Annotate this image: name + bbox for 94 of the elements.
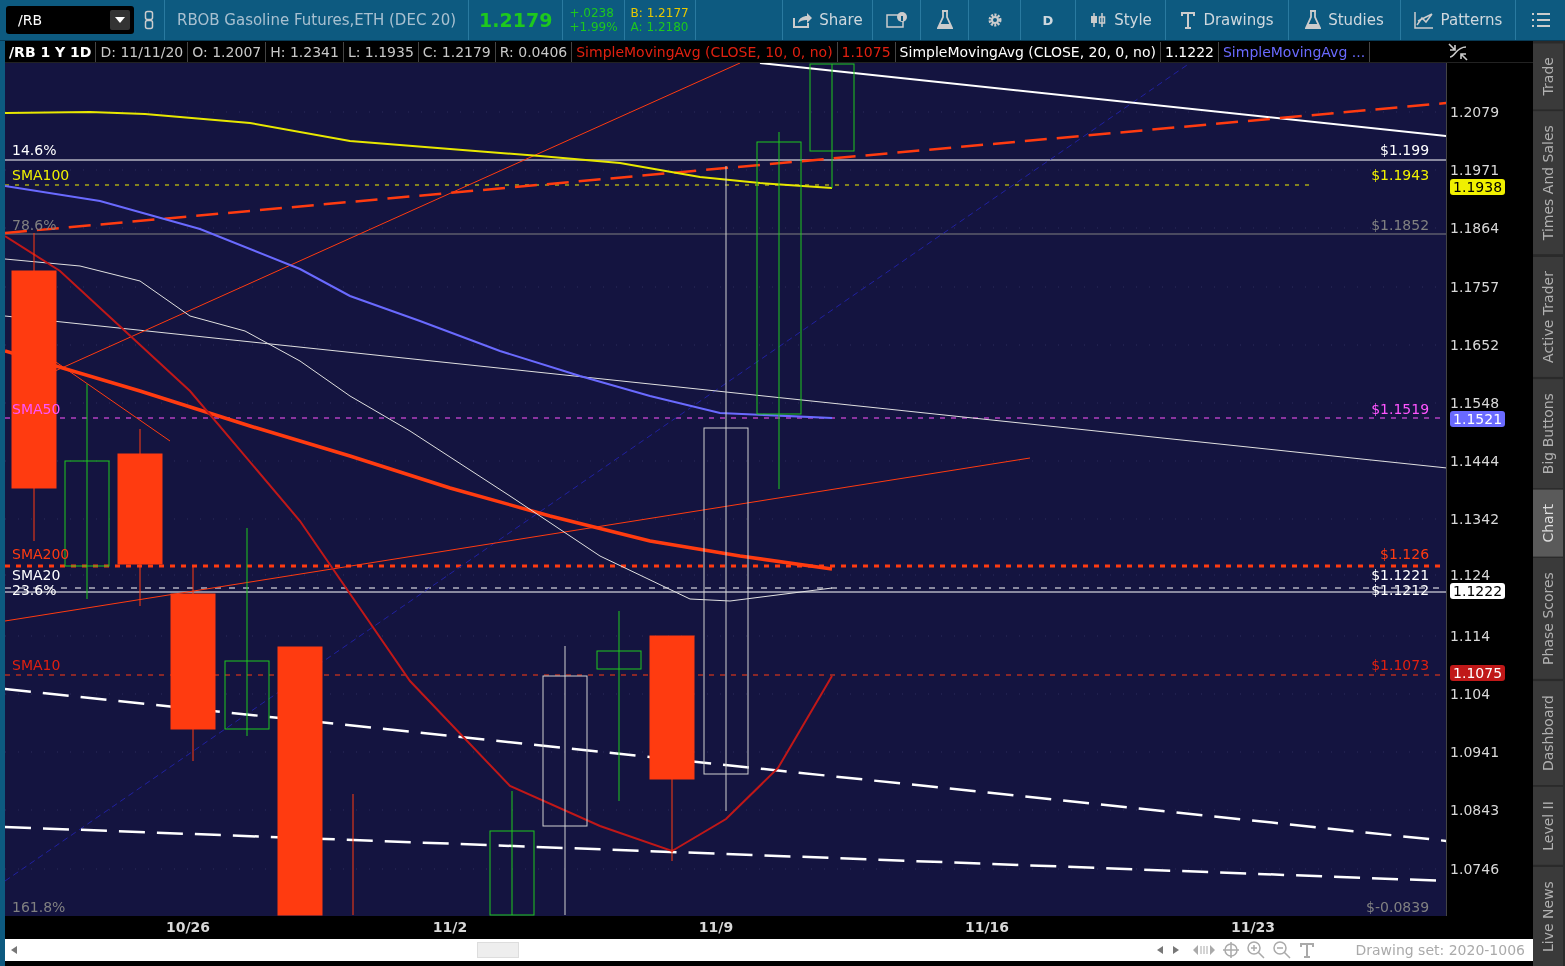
- level-label: 161.8%: [12, 899, 66, 915]
- price-badge: 1.1075: [1450, 665, 1506, 681]
- style-button[interactable]: Style: [1075, 0, 1165, 40]
- chart-info-label: SimpleMovingAvg (CLOSE, 20, 0, no): [895, 41, 1161, 62]
- price-level-label: $-0.0839: [1366, 899, 1430, 915]
- price-level-label: $1.1221: [1371, 567, 1430, 583]
- text-tool-icon: [1180, 11, 1197, 29]
- date-axis-label: 11/9: [697, 919, 735, 935]
- level-label: SMA20: [12, 567, 61, 583]
- candlestick-icon: [1089, 12, 1108, 28]
- patterns-button[interactable]: Patterns: [1400, 0, 1515, 40]
- side-tab[interactable]: Times And Sales: [1533, 111, 1563, 255]
- info-icon: [885, 12, 908, 28]
- chart-info-label: R: 0.0406: [495, 41, 573, 62]
- level-label: SMA100: [12, 167, 70, 183]
- price-level-label: $1.1212: [1371, 582, 1430, 598]
- pattern-chart-icon: [1413, 11, 1434, 29]
- side-tab[interactable]: Big Buttons: [1533, 378, 1563, 488]
- price-badge: 1.1222: [1450, 583, 1506, 599]
- chart-info-label: SimpleMovingAvg (CLOSE, 10, 0, no): [572, 41, 838, 62]
- chart-info-label: D: 11/11/20: [96, 41, 189, 62]
- price-axis-label: 1.0746: [1450, 860, 1500, 878]
- flask-icon: [936, 10, 953, 30]
- share-button[interactable]: Share: [782, 0, 872, 40]
- chart-info-label: SimpleMovingAvg ...: [1219, 41, 1371, 62]
- scroll-right-icon[interactable]: [1173, 946, 1179, 954]
- scrollbar-thumb[interactable]: [477, 942, 519, 958]
- price-badge: 1.1521: [1450, 411, 1506, 427]
- side-tab[interactable]: Level II: [1533, 787, 1563, 866]
- collapse-icon[interactable]: [1447, 41, 1469, 62]
- text-button[interactable]: D: [1020, 0, 1075, 40]
- date-axis-label: 10/26: [164, 919, 212, 935]
- percent-change: +1.99%: [569, 20, 618, 34]
- price-level-label: $1.1073: [1371, 657, 1430, 673]
- chart-info-label: 1.1222: [1161, 41, 1219, 62]
- date-axis-label: 11/23: [1229, 919, 1277, 935]
- price-axis-label: 1.1971: [1450, 161, 1500, 179]
- menu-icon: [1531, 13, 1550, 27]
- level-label: 78.6%: [12, 217, 57, 233]
- side-tab[interactable]: Phase Scores: [1533, 558, 1563, 680]
- instrument-description: RBOB Gasoline Futures,ETH (DEC 20): [164, 0, 469, 40]
- side-tab[interactable]: Live News: [1533, 867, 1563, 966]
- link-icon[interactable]: [144, 10, 154, 30]
- price-badge: 1.1938: [1450, 179, 1506, 195]
- price-axis-label: 1.114: [1450, 627, 1491, 645]
- price-level-label: $1.1852: [1371, 217, 1430, 233]
- drawings-button[interactable]: Drawings: [1165, 0, 1288, 40]
- chart-info-label: 1.1075: [837, 41, 896, 62]
- price-axis-label: 1.0941: [1450, 743, 1500, 761]
- chart-info-label: O: 1.2007: [188, 41, 267, 62]
- scroll-left-icon[interactable]: [11, 946, 17, 954]
- price-level-label: $1.1519: [1371, 401, 1430, 417]
- price-axis-label: 1.1652: [1450, 336, 1500, 354]
- price-axis-label: 1.1864: [1450, 219, 1500, 237]
- price-axis-label: 1.1444: [1450, 452, 1500, 470]
- zoom-out-icon[interactable]: [1273, 941, 1291, 959]
- studies-button[interactable]: Studies: [1288, 0, 1400, 40]
- price-level-label: $1.1943: [1371, 167, 1430, 183]
- side-tab[interactable]: Dashboard: [1533, 681, 1563, 786]
- flask-icon: [1305, 10, 1322, 30]
- chart-info-label: L: 1.1935: [343, 41, 419, 62]
- price-axis-label: 1.104: [1450, 685, 1491, 703]
- dropdown-icon[interactable]: [110, 10, 130, 30]
- side-tab[interactable]: Trade: [1533, 43, 1563, 110]
- ask-price: A: 1.2180: [630, 20, 689, 34]
- chart-info-label: H: 1.2341: [266, 41, 344, 62]
- side-tab[interactable]: Chart: [1533, 489, 1563, 557]
- net-change: +.0238: [569, 6, 615, 20]
- date-axis-label: 11/2: [431, 919, 469, 935]
- text-tool-icon[interactable]: [1299, 942, 1315, 958]
- price-axis-label: 1.1757: [1450, 278, 1500, 296]
- price-axis-label: 1.0843: [1450, 801, 1500, 819]
- chart-info-label: C: 1.2179: [418, 41, 496, 62]
- level-label: 14.6%: [12, 142, 57, 158]
- share-icon: [792, 12, 813, 28]
- price-axis-label: 1.2079: [1450, 103, 1500, 121]
- zoom-in-icon[interactable]: [1247, 941, 1265, 959]
- price-level-label: $1.199: [1380, 142, 1430, 158]
- price-axis-label: 1.124: [1450, 566, 1491, 584]
- side-tab[interactable]: Active Trader: [1533, 256, 1563, 377]
- chart-info-label: /RB 1 Y 1D: [5, 41, 97, 62]
- level-label: 23.6%: [12, 582, 57, 598]
- price-level-label: $1.126: [1380, 546, 1430, 562]
- bid-price: B: 1.2177: [630, 6, 689, 20]
- symbol-field[interactable]: /RB: [6, 6, 134, 34]
- level-label: SMA200: [12, 546, 70, 562]
- expand-arrows-icon[interactable]: [1193, 944, 1215, 956]
- level-label: SMA10: [12, 657, 61, 673]
- price-axis-label: 1.1342: [1450, 510, 1500, 528]
- crosshair-icon[interactable]: [1223, 942, 1239, 958]
- price-axis-label: 1.1548: [1450, 394, 1500, 412]
- last-price: 1.2179: [468, 0, 563, 40]
- scroll-left-icon[interactable]: [1157, 946, 1163, 954]
- date-axis-label: 11/16: [963, 919, 1011, 935]
